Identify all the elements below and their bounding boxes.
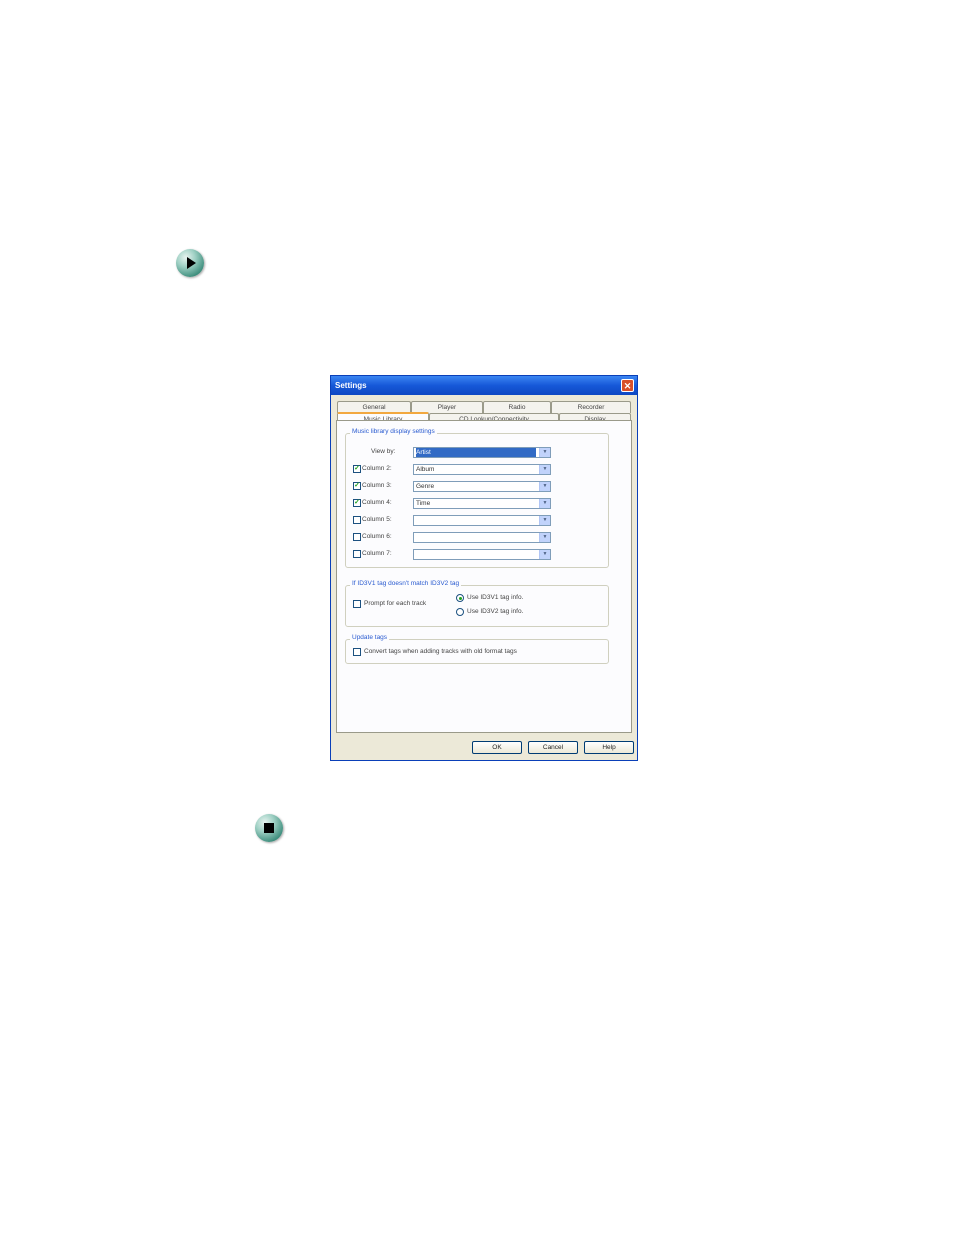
tab-recorder[interactable]: Recorder <box>551 401 631 413</box>
column-3-select[interactable]: Genre ▼ <box>413 481 551 492</box>
column-6-checkbox[interactable] <box>353 533 361 541</box>
convert-tags-label: Convert tags when adding tracks with old… <box>364 648 517 655</box>
use-id3v2-radio[interactable] <box>456 608 464 616</box>
group-label: If ID3V1 tag doesn't match ID3V2 tag <box>350 580 462 587</box>
column-7-select[interactable]: ▼ <box>413 549 551 560</box>
chevron-down-icon[interactable]: ▼ <box>539 448 550 457</box>
group-label: Music library display settings <box>350 428 437 435</box>
tab-label: General <box>362 404 386 411</box>
display-settings-group: Music library display settings View by: … <box>345 428 609 568</box>
use-id3v1-radio[interactable] <box>456 594 464 602</box>
button-label: Help <box>602 744 616 751</box>
button-label: Cancel <box>542 744 564 751</box>
column-7-label: Column 7: <box>362 550 392 557</box>
stop-square-icon <box>255 814 283 842</box>
ok-button[interactable]: OK <box>472 741 522 754</box>
id3-tag-group: If ID3V1 tag doesn't match ID3V2 tag Pro… <box>345 580 609 627</box>
arrow-right-icon <box>176 249 204 277</box>
column-5-checkbox[interactable] <box>353 516 361 524</box>
select-value: Artist <box>416 448 536 457</box>
use-id3v1-label: Use ID3V1 tag info. <box>467 594 524 601</box>
select-value: Time <box>416 500 431 507</box>
tab-label: Recorder <box>577 404 605 411</box>
column-4-checkbox[interactable]: ✓ <box>353 499 361 507</box>
chevron-down-icon[interactable]: ▼ <box>539 533 550 542</box>
close-icon[interactable]: ✕ <box>621 379 634 392</box>
convert-tags-checkbox[interactable] <box>353 648 361 656</box>
column-2-label: Column 2: <box>362 465 392 472</box>
column-5-select[interactable]: ▼ <box>413 515 551 526</box>
use-id3v2-label: Use ID3V2 tag info. <box>467 608 524 615</box>
update-tags-group: Update tags Convert tags when adding tra… <box>345 634 609 664</box>
help-button[interactable]: Help <box>584 741 634 754</box>
group-label: Update tags <box>350 634 390 641</box>
column-2-checkbox[interactable]: ✓ <box>353 465 361 473</box>
column-4-label: Column 4: <box>362 499 392 506</box>
settings-dialog: Settings ✕ General Player Radio Recorder… <box>330 375 638 761</box>
button-label: OK <box>492 744 502 751</box>
select-value: Genre <box>416 483 435 490</box>
tab-panel: Music library display settings View by: … <box>336 420 632 733</box>
tab-radio[interactable]: Radio <box>483 401 551 413</box>
tab-label: Player <box>437 404 457 411</box>
select-value: Album <box>416 466 435 473</box>
title-bar: Settings ✕ <box>331 376 637 395</box>
cancel-button[interactable]: Cancel <box>528 741 578 754</box>
column-5-label: Column 5: <box>362 516 392 523</box>
chevron-down-icon[interactable]: ▼ <box>539 516 550 525</box>
column-6-select[interactable]: ▼ <box>413 532 551 543</box>
column-6-label: Column 6: <box>362 533 392 540</box>
dialog-title: Settings <box>335 381 367 390</box>
chevron-down-icon[interactable]: ▼ <box>539 482 550 491</box>
prompt-checkbox[interactable] <box>353 600 361 608</box>
tab-label: Radio <box>508 404 526 411</box>
chevron-down-icon[interactable]: ▼ <box>539 550 550 559</box>
column-2-select[interactable]: Album ▼ <box>413 464 551 475</box>
column-3-label: Column 3: <box>362 482 392 489</box>
chevron-down-icon[interactable]: ▼ <box>539 499 550 508</box>
prompt-label: Prompt for each track <box>364 600 427 607</box>
column-7-checkbox[interactable] <box>353 550 361 558</box>
chevron-down-icon[interactable]: ▼ <box>539 465 550 474</box>
view-by-select[interactable]: Artist ▼ <box>413 447 551 458</box>
view-by-label: View by: <box>371 448 396 455</box>
column-3-checkbox[interactable]: ✓ <box>353 482 361 490</box>
column-4-select[interactable]: Time ▼ <box>413 498 551 509</box>
